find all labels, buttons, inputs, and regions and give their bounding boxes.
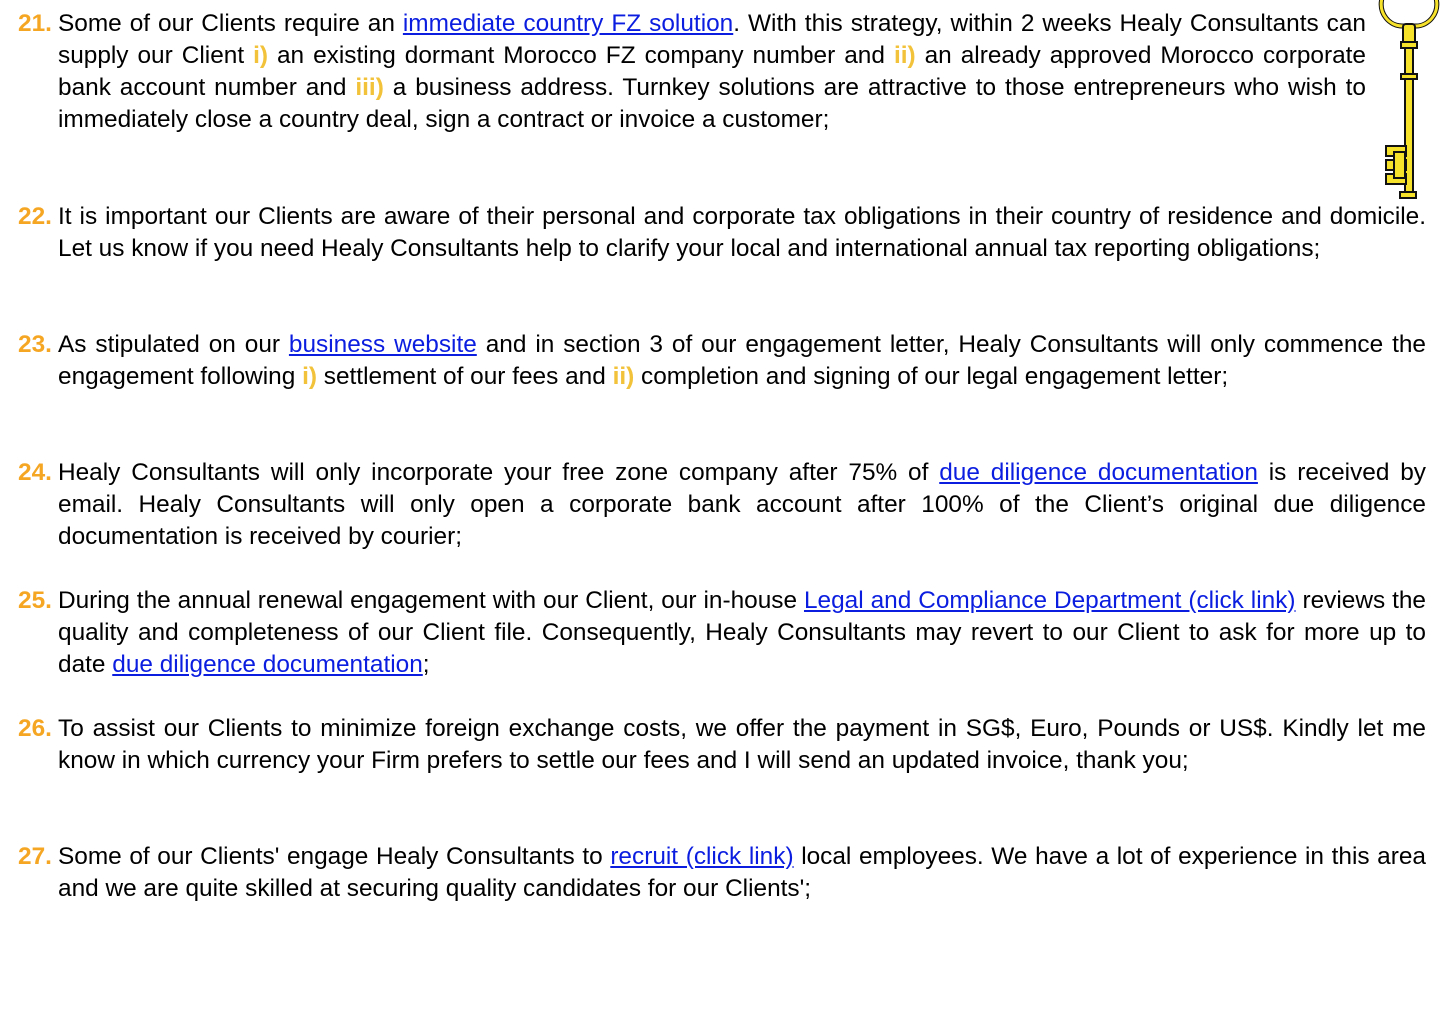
text-run: settlement of our fees and [316,363,613,390]
item-number: 22. [18,203,52,230]
item-text: Some of our Clients require an immediate… [58,8,1366,136]
list-item: 27. Some of our Clients' engage Healy Con… [18,841,1426,905]
inline-link[interactable]: due diligence documentation [112,651,423,678]
item-number: 23. [18,331,52,358]
item-text: During the annual renewal engagement wit… [58,585,1426,681]
inline-link[interactable]: immediate country FZ solution [403,10,733,37]
item-text: As stipulated on our business website an… [58,329,1426,393]
roman-marker: i) [302,363,317,390]
list-item: 24. Healy Consultants will only incorpora… [18,457,1426,553]
inline-link[interactable]: Legal and Compliance Department (click l… [804,587,1296,614]
roman-marker: i) [253,42,268,69]
item-number: 26. [18,715,52,742]
text-run: Healy Consultants will only incorporate … [58,459,940,486]
text-run: It is important our Clients are aware of… [58,203,1426,262]
item-text: Some of our Clients' engage Healy Consul… [58,841,1426,905]
inline-link[interactable]: recruit (click link) [610,843,793,870]
list-item: 26. To assist our Clients to minimize for… [18,713,1426,777]
text-run: completion and signing of our legal enga… [634,363,1229,390]
list-item: 22. It is important our Clients are aware… [18,201,1426,265]
item-number: 25. [18,587,52,614]
inline-link[interactable]: due diligence documentation [939,459,1258,486]
roman-marker: ii) [612,363,635,390]
text-run: To assist our Clients to minimize foreig… [58,715,1426,774]
text-run: ; [422,651,430,678]
roman-marker: iii) [355,74,384,101]
item-number: 21. [18,10,52,37]
inline-link[interactable]: business website [289,331,477,358]
text-run: an existing dormant Morocco FZ company n… [268,42,894,69]
text-run: Some of our Clients require an [58,10,403,37]
item-number: 27. [18,843,52,870]
item-text: To assist our Clients to minimize foreig… [58,713,1426,777]
item-text: Healy Consultants will only incorporate … [58,457,1426,553]
item-text: It is important our Clients are aware of… [58,201,1426,265]
text-run: As stipulated on our [58,331,289,358]
text-run: During the annual renewal engagement wit… [58,587,804,614]
golden-key-icon [1378,0,1440,199]
item-number: 24. [18,459,52,486]
list-item: 21. Some of our Clients require an immedi… [18,8,1366,136]
list-item: 25. During the annual renewal engagement … [18,585,1426,681]
roman-marker: ii) [893,42,916,69]
list-item: 23. As stipulated on our business website… [18,329,1426,393]
text-run: Some of our Clients' engage Healy Consul… [58,843,611,870]
